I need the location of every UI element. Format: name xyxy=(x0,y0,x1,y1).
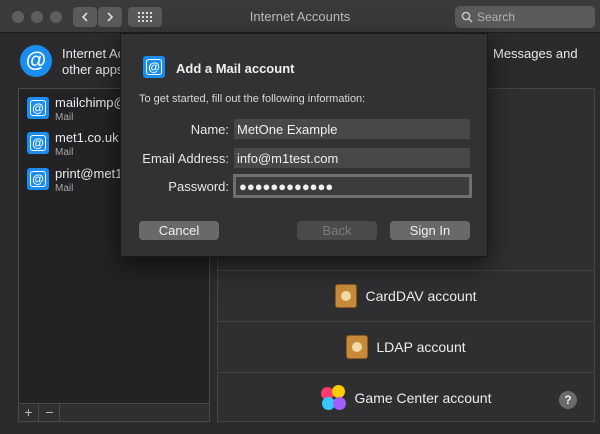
sheet-title: Add a Mail account xyxy=(176,61,295,76)
account-type: Mail xyxy=(55,183,74,194)
internet-accounts-icon: @ xyxy=(20,45,52,77)
name-label: Name: xyxy=(190,122,229,137)
mail-account-icon: @ xyxy=(27,168,49,190)
header-description-line2: other apps xyxy=(62,62,122,77)
account-list-toolbar: + − xyxy=(18,404,210,422)
sheet-instructions: To get started, fill out the following i… xyxy=(139,93,366,105)
sign-in-button[interactable]: Sign In xyxy=(390,221,470,240)
title-bar: Internet Accounts xyxy=(0,0,600,33)
game-center-icon xyxy=(320,384,347,411)
remove-account-button[interactable]: − xyxy=(40,404,60,421)
email-label: Email Address: xyxy=(142,151,229,166)
add-mail-account-sheet: @ Add a Mail account To get started, fil… xyxy=(120,33,488,257)
search-field[interactable] xyxy=(455,6,595,28)
address-book-icon xyxy=(335,283,358,308)
account-name: met1.co.uk xyxy=(55,130,119,145)
cancel-button[interactable]: Cancel xyxy=(139,221,219,240)
back-button[interactable]: Back xyxy=(297,221,377,240)
provider-ldap[interactable]: LDAP account xyxy=(218,321,594,371)
address-book-icon xyxy=(346,334,369,359)
provider-carddav[interactable]: CardDAV account xyxy=(218,270,594,320)
email-field[interactable] xyxy=(234,148,470,168)
header-description-right: Messages and xyxy=(493,46,578,61)
header-description-line1: Internet Ac xyxy=(62,46,122,61)
password-field[interactable] xyxy=(233,174,472,198)
provider-game-center[interactable]: Game Center account xyxy=(218,372,594,422)
add-account-button[interactable]: + xyxy=(19,404,39,421)
account-name: print@met1. xyxy=(55,166,126,181)
password-label: Password: xyxy=(168,179,229,194)
provider-label: Game Center account xyxy=(354,389,492,406)
account-type: Mail xyxy=(55,112,74,123)
mail-account-icon: @ xyxy=(143,56,165,78)
account-type: Mail xyxy=(55,147,74,158)
mail-account-icon: @ xyxy=(27,97,49,119)
search-input[interactable] xyxy=(477,8,589,26)
search-icon xyxy=(461,11,473,23)
name-field[interactable] xyxy=(234,119,470,139)
provider-label: LDAP account xyxy=(376,338,466,355)
provider-label: CardDAV account xyxy=(365,287,477,304)
header-description: Internet Ac other apps xyxy=(62,46,122,78)
account-name: mailchimp@ xyxy=(55,95,127,110)
help-button[interactable]: ? xyxy=(559,391,577,409)
mail-account-icon: @ xyxy=(27,132,49,154)
